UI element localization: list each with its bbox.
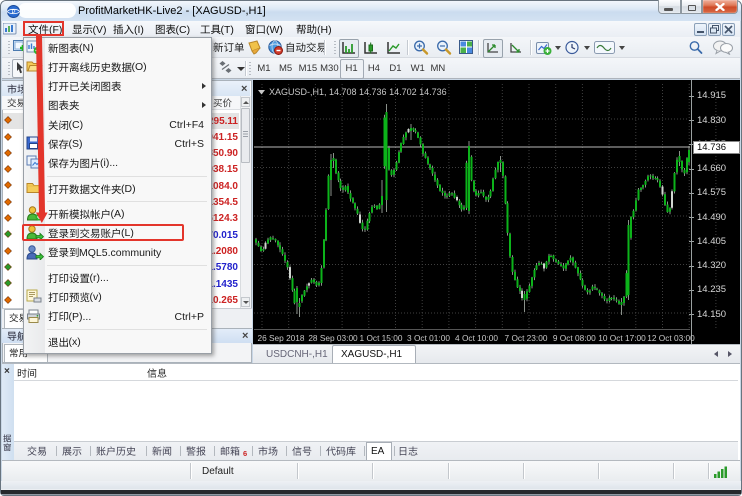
svg-text:P: P: [11, 10, 15, 16]
